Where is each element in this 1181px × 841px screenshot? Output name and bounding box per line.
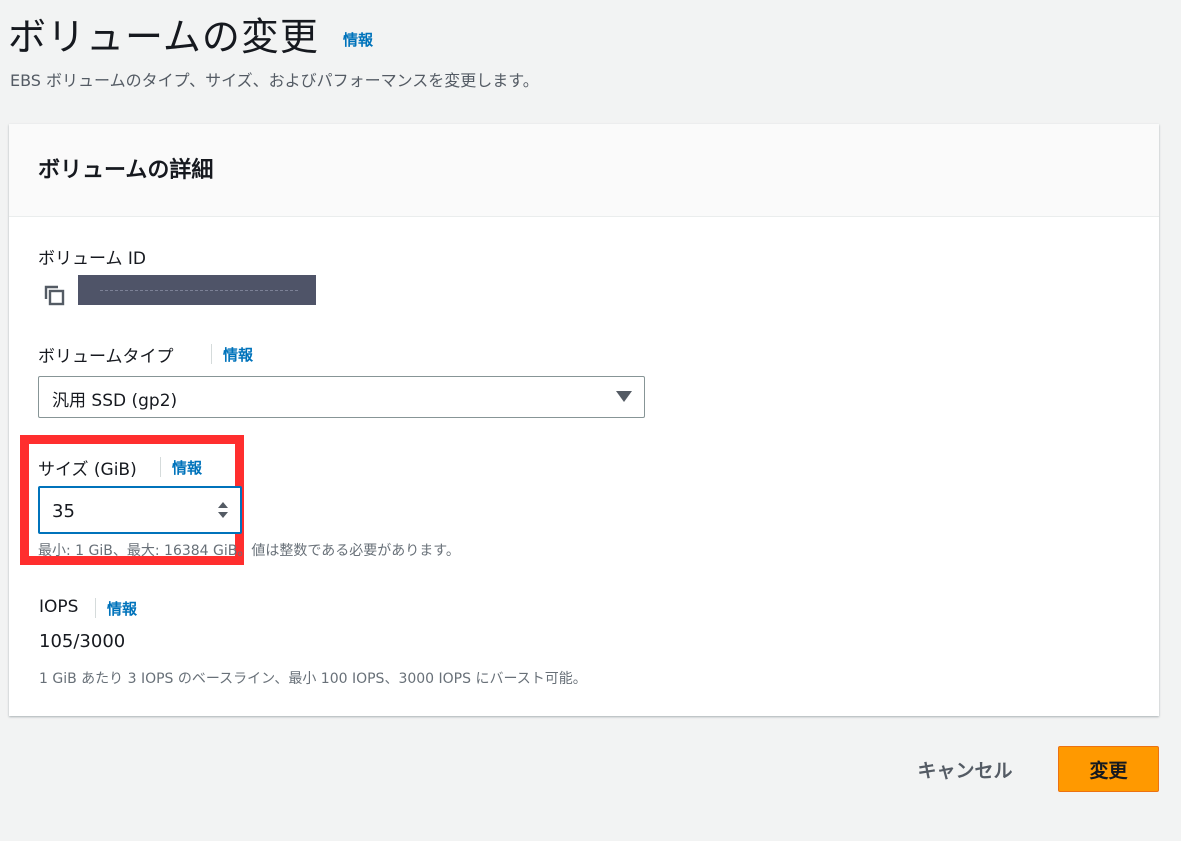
cancel-button[interactable]: キャンセル <box>900 746 1030 792</box>
iops-hint: 1 GiB あたり 3 IOPS のベースライン、最小 100 IOPS、300… <box>39 671 587 687</box>
caret-down-icon <box>616 391 632 402</box>
volume-details-panel: ボリュームの詳細 ボリューム ID ボリュームタイプ 情報 汎用 SSD (gp… <box>9 124 1159 716</box>
panel-header: ボリュームの詳細 <box>9 124 1159 217</box>
modify-volume-page: ボリュームの変更 情報 EBS ボリュームのタイプ、サイズ、およびパフォーマンス… <box>0 0 1181 841</box>
volume-type-label: ボリュームタイプ <box>38 347 174 367</box>
size-input[interactable]: 35 <box>38 486 242 534</box>
iops-label: IOPS <box>39 597 79 617</box>
volume-type-selected-value: 汎用 SSD (gp2) <box>52 391 178 411</box>
volume-type-select[interactable]: 汎用 SSD (gp2) <box>38 376 645 418</box>
page-description: EBS ボリュームのタイプ、サイズ、およびパフォーマンスを変更します。 <box>10 71 539 90</box>
page-title: ボリュームの変更 <box>8 15 319 59</box>
copy-icon[interactable] <box>41 282 67 308</box>
panel-title: ボリュームの詳細 <box>38 158 214 183</box>
iops-value: 105/3000 <box>39 631 126 652</box>
size-hint: 最小: 1 GiB、最大: 16384 GiB。値は整数である必要があります。 <box>38 543 460 559</box>
volume-id-label: ボリューム ID <box>38 249 146 269</box>
size-input-value: 35 <box>52 501 75 522</box>
size-info-link[interactable]: 情報 <box>172 457 202 478</box>
label-divider <box>211 344 212 364</box>
size-label: サイズ (GiB) <box>38 460 137 480</box>
volume-id-value-redacted <box>78 275 316 305</box>
modify-button[interactable]: 変更 <box>1058 746 1159 792</box>
label-divider <box>95 598 96 618</box>
iops-info-link[interactable]: 情報 <box>107 598 137 619</box>
label-divider <box>160 457 161 477</box>
spinner-arrows-icon[interactable] <box>216 499 230 521</box>
volume-type-info-link[interactable]: 情報 <box>223 344 253 365</box>
title-info-link[interactable]: 情報 <box>343 29 373 50</box>
